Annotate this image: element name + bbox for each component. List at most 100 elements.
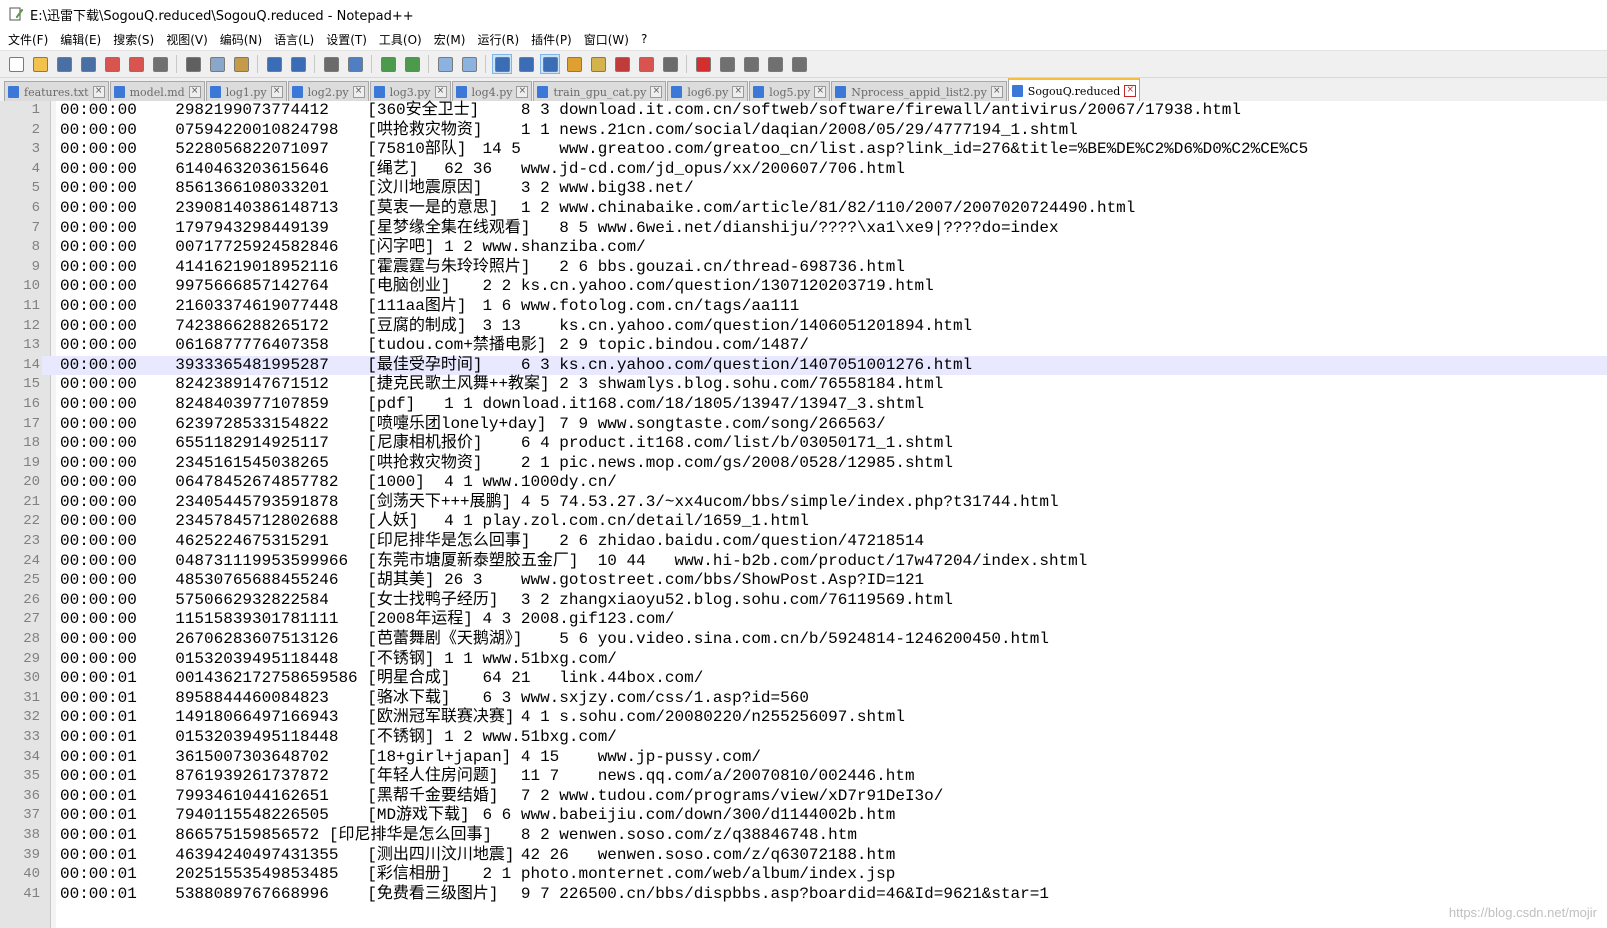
text-line[interactable]: 2 00:00:00 07594220010824798 [哄抢救灾物资] 1 1…	[0, 120, 1607, 141]
tab-close-icon[interactable]: ×	[434, 86, 447, 98]
tab-close-icon[interactable]: ×	[352, 86, 365, 98]
tab-8[interactable]: log5.py ×	[749, 81, 831, 102]
text-line[interactable]: 16 00:00:00 8248403977107859 [pdf] 1 1 do…	[0, 394, 1607, 415]
new-file-button[interactable]	[6, 54, 26, 74]
text-line[interactable]: 19 00:00:00 2345161545038265 [哄抢救灾物资] 2 1…	[0, 453, 1607, 474]
text-line[interactable]: 17 00:00:00 6239728533154822 [喷嚏乐团lonely+…	[0, 414, 1607, 435]
cut-button[interactable]	[183, 54, 203, 74]
stop-macro-button[interactable]	[717, 54, 737, 74]
text-line[interactable]: 9 00:00:00 41416219018952116 [霍震霆与朱玲玲照片] …	[0, 257, 1607, 278]
menu-item-5[interactable]: 语言(L)	[270, 31, 322, 48]
menu-item-3[interactable]: 视图(V)	[162, 31, 216, 48]
save-macro-button[interactable]	[789, 54, 809, 74]
replace-button[interactable]	[345, 54, 365, 74]
text-line[interactable]: 32 00:00:01 14918066497166943 [欧洲冠军联赛决赛] …	[0, 708, 1607, 728]
text-line[interactable]: 31 00:00:01 8958844460084823 [骆冰下载] 6 3 w…	[0, 688, 1607, 709]
find-button[interactable]	[321, 54, 341, 74]
menu-item-10[interactable]: 插件(P)	[527, 31, 580, 48]
tab-close-icon[interactable]: ×	[732, 86, 745, 98]
sync-horizontal-button[interactable]	[459, 54, 479, 74]
text-line[interactable]: 10 00:00:00 9975666857142764 [电脑创业] 2 2 k…	[0, 277, 1607, 297]
tab-close-icon[interactable]: ×	[814, 86, 827, 98]
save-button[interactable]	[54, 54, 74, 74]
text-line[interactable]: 37 00:00:01 7940115548226505 [MD游戏下载] 6 6…	[0, 806, 1607, 826]
editor[interactable]: 1 00:00:00 2982199073774412 [360安全卫士] 8 3…	[0, 101, 1607, 928]
sync-vertical-button[interactable]	[435, 54, 455, 74]
menu-item-9[interactable]: 运行(R)	[473, 31, 527, 48]
tab-close-icon[interactable]: ×	[92, 86, 105, 98]
indent-guide-button[interactable]	[540, 54, 560, 74]
text-line[interactable]: 38 00:00:01 866575159856572 [印尼排华是怎么回事] 8…	[0, 825, 1607, 846]
text-line[interactable]: 5 00:00:00 8561366108033201 [汶川地震原因] 3 2 …	[0, 179, 1607, 199]
tab-1[interactable]: model.md ×	[109, 81, 205, 102]
paste-button[interactable]	[231, 54, 251, 74]
folder-workspace-button[interactable]	[636, 54, 656, 74]
text-line[interactable]: 3 00:00:00 5228056822071097 [75810部队] 14 …	[0, 140, 1607, 160]
text-line[interactable]: 1 00:00:00 2982199073774412 [360安全卫士] 8 3…	[0, 101, 1607, 121]
text-line[interactable]: 30 00:00:01 0014362172758659586 [明星合成] 64…	[0, 669, 1607, 689]
redo-button[interactable]	[288, 54, 308, 74]
menu-item-11[interactable]: 窗口(W)	[580, 31, 637, 48]
close-button[interactable]	[102, 54, 122, 74]
print-button[interactable]	[150, 54, 170, 74]
menu-item-2[interactable]: 搜索(S)	[109, 31, 162, 48]
text-line[interactable]: 11 00:00:00 21603374619077448 [111aa图片] 1…	[0, 296, 1607, 317]
tab-close-icon[interactable]: ×	[188, 86, 201, 98]
save-all-button[interactable]	[78, 54, 98, 74]
tab-close-icon[interactable]: ×	[270, 86, 283, 98]
text-line[interactable]: 18 00:00:00 6551182914925117 [尼康相机报价] 6 4…	[0, 434, 1607, 454]
text-line[interactable]: 41 00:00:01 5388089767668996 [免费看三级图片] 9 …	[0, 884, 1607, 905]
text-line[interactable]: 8 00:00:00 00717725924582846 [闪字吧] 1 2 ww…	[0, 238, 1607, 258]
menu-item-8[interactable]: 宏(M)	[430, 31, 474, 48]
text-line[interactable]: 36 00:00:01 7993461044162651 [黑帮千金要结婚] 7 …	[0, 786, 1607, 807]
document-map-button[interactable]	[588, 54, 608, 74]
tab-10[interactable]: SogouQ.reduced ×	[1007, 78, 1141, 102]
text-line[interactable]: 13 00:00:00 0616877776407358 [tudou.com+禁…	[0, 336, 1607, 356]
close-all-button[interactable]	[126, 54, 146, 74]
tab-2[interactable]: log1.py ×	[205, 81, 287, 102]
run-macro-multiple-button[interactable]	[765, 54, 785, 74]
text-line[interactable]: 40 00:00:01 20251553549853485 [彩信相册] 2 1 …	[0, 865, 1607, 885]
monitoring-button[interactable]	[660, 54, 680, 74]
text-line[interactable]: 21 00:00:00 23405445793591878 [剑荡天下+++展鹏]…	[0, 492, 1607, 513]
text-line[interactable]: 12 00:00:00 7423866288265172 [豆腐的制成] 3 13…	[0, 316, 1607, 337]
menu-item-0[interactable]: 文件(F)	[4, 31, 56, 48]
undo-button[interactable]	[264, 54, 284, 74]
menu-item-6[interactable]: 设置(T)	[322, 31, 375, 48]
text-line[interactable]: 29 00:00:00 01532039495118448 [不锈钢] 1 1 w…	[0, 649, 1607, 670]
text-line[interactable]: 33 00:00:01 01532039495118448 [不锈钢] 1 2 w…	[0, 728, 1607, 748]
open-file-button[interactable]	[30, 54, 50, 74]
text-area[interactable]: 1 00:00:00 2982199073774412 [360安全卫士] 8 3…	[0, 101, 1607, 905]
text-line[interactable]: 27 00:00:00 11515839301781111 [2008年运程] 4…	[0, 610, 1607, 631]
menu-item-4[interactable]: 编码(N)	[216, 31, 270, 48]
text-line[interactable]: 6 00:00:00 23908140386148713 [莫衷一是的意思] 1 …	[0, 198, 1607, 219]
text-line[interactable]: 39 00:00:01 46394240497431355 [测出四川汶川地震] …	[0, 845, 1607, 866]
menu-item-1[interactable]: 编辑(E)	[56, 31, 109, 48]
menu-item-7[interactable]: 工具(O)	[375, 31, 430, 48]
text-line[interactable]: 22 00:00:00 23457845712802688 [人妖] 4 1 pl…	[0, 512, 1607, 533]
record-macro-button[interactable]	[693, 54, 713, 74]
text-line[interactable]: 14 00:00:00 3933365481995287 [最佳受孕时间] 6 3…	[0, 355, 1607, 376]
word-wrap-button[interactable]	[492, 54, 512, 74]
text-line[interactable]: 35 00:00:01 8761939261737872 [年轻人住房问题] 11…	[0, 767, 1607, 787]
text-line[interactable]: 20 00:00:00 06478452674857782 [1000] 4 1 …	[0, 473, 1607, 493]
tab-6[interactable]: train_gpu_cat.py ×	[533, 81, 667, 102]
tab-close-icon[interactable]: ×	[516, 86, 529, 98]
text-line[interactable]: 25 00:00:00 48530765688455246 [胡其美] 26 3 …	[0, 571, 1607, 591]
zoom-in-button[interactable]	[378, 54, 398, 74]
show-all-chars-button[interactable]	[516, 54, 536, 74]
tab-5[interactable]: log4.py ×	[451, 81, 533, 102]
text-line[interactable]: 23 00:00:00 4625224675315291 [印尼排华是怎么回事] …	[0, 532, 1607, 552]
language-button[interactable]	[564, 54, 584, 74]
text-line[interactable]: 28 00:00:00 26706283607513126 [芭蕾舞剧《天鹅湖》]…	[0, 630, 1607, 650]
tab-0[interactable]: features.txt ×	[4, 81, 109, 102]
zoom-out-button[interactable]	[402, 54, 422, 74]
tab-4[interactable]: log3.py ×	[369, 81, 451, 102]
function-list-button[interactable]	[612, 54, 632, 74]
text-line[interactable]: 4 00:00:00 6140463203615646 [绳艺] 62 36 ww…	[0, 159, 1607, 180]
text-line[interactable]: 7 00:00:00 1797943298449139 [星梦缘全集在线观看] 8…	[0, 218, 1607, 239]
copy-button[interactable]	[207, 54, 227, 74]
text-line[interactable]: 24 00:00:00 048731119953599966 [东莞市塘厦新泰塑胶…	[0, 551, 1607, 572]
play-macro-button[interactable]	[741, 54, 761, 74]
menu-item-12[interactable]: ?	[637, 32, 655, 46]
